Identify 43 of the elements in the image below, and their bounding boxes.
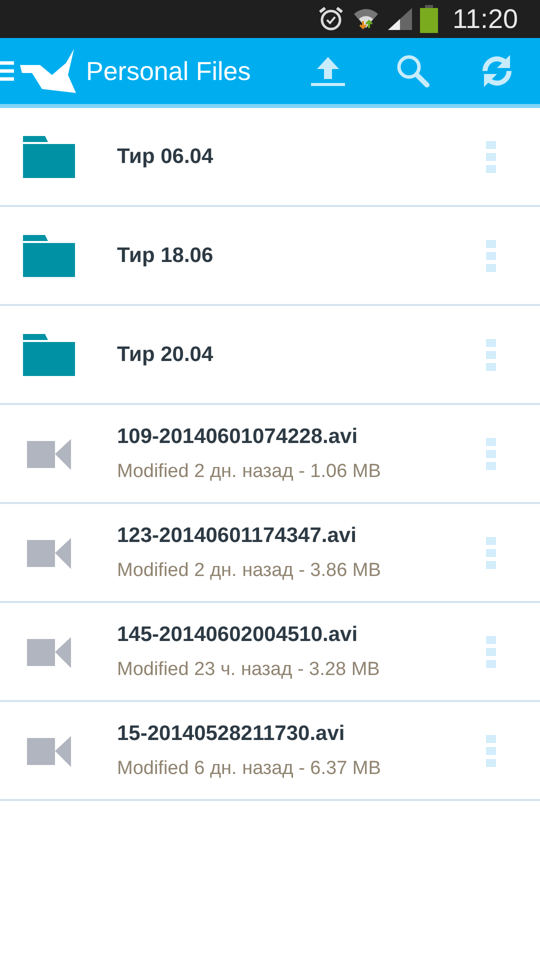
app-title: Personal Files: [86, 56, 251, 86]
video-camera-icon: [26, 438, 70, 470]
file-details: Modified 2 дн. назад - 1.06 MB: [117, 460, 382, 482]
search-icon[interactable]: [396, 54, 430, 88]
folder-icon: [22, 334, 74, 376]
more-icon[interactable]: [486, 338, 496, 370]
file-row[interactable]: Тир 18.06: [0, 207, 540, 306]
signal-icon: [388, 6, 412, 32]
file-name: Тир 06.04: [117, 144, 214, 168]
menu-icon[interactable]: [0, 60, 14, 82]
wifi-icon: [352, 6, 380, 32]
battery-icon: [420, 5, 438, 33]
more-icon[interactable]: [486, 240, 496, 272]
more-icon[interactable]: [486, 536, 496, 568]
file-row[interactable]: Тир 06.04: [0, 108, 540, 207]
paper-crane-icon: [20, 49, 76, 93]
file-name: 15-20140528211730.avi: [117, 722, 346, 746]
file-row[interactable]: Тир 20.04: [0, 306, 540, 405]
folder-icon: [22, 136, 74, 178]
file-name: 109-20140601074228.avi: [117, 424, 359, 448]
clock-time: 11:20: [452, 4, 518, 34]
file-row[interactable]: 15-20140528211730.avi Modified 6 дн. назад - 6.37 MB: [0, 702, 540, 801]
more-icon[interactable]: [486, 734, 496, 766]
upload-icon[interactable]: [310, 55, 346, 87]
alarm-clock-icon: [318, 6, 344, 32]
more-icon[interactable]: [486, 140, 496, 172]
video-camera-icon: [26, 734, 70, 766]
file-details: Modified 2 дн. назад - 3.86 MB: [117, 560, 382, 582]
file-name: Тир 20.04: [117, 342, 214, 366]
folder-icon: [22, 234, 74, 276]
file-name: 145-20140602004510.avi: [117, 622, 359, 646]
more-icon[interactable]: [486, 636, 496, 668]
file-row[interactable]: 145-20140602004510.avi Modified 23 ч. назад - 3.28 MB: [0, 603, 540, 702]
file-details: Modified 23 ч. назад - 3.28 MB: [117, 658, 381, 680]
file-details: Modified 6 дн. назад - 6.37 MB: [117, 758, 382, 780]
file-row[interactable]: 123-20140601174347.avi Modified 2 дн. назад - 3.86 MB: [0, 504, 540, 603]
file-row[interactable]: 109-20140601074228.avi Modified 2 дн. назад - 1.06 MB: [0, 405, 540, 504]
more-icon[interactable]: [486, 438, 496, 470]
file-name: Тир 18.06: [117, 244, 214, 268]
refresh-icon[interactable]: [480, 53, 514, 89]
file-name: 123-20140601174347.avi: [117, 524, 358, 548]
video-camera-icon: [26, 636, 70, 668]
video-camera-icon: [26, 536, 70, 568]
